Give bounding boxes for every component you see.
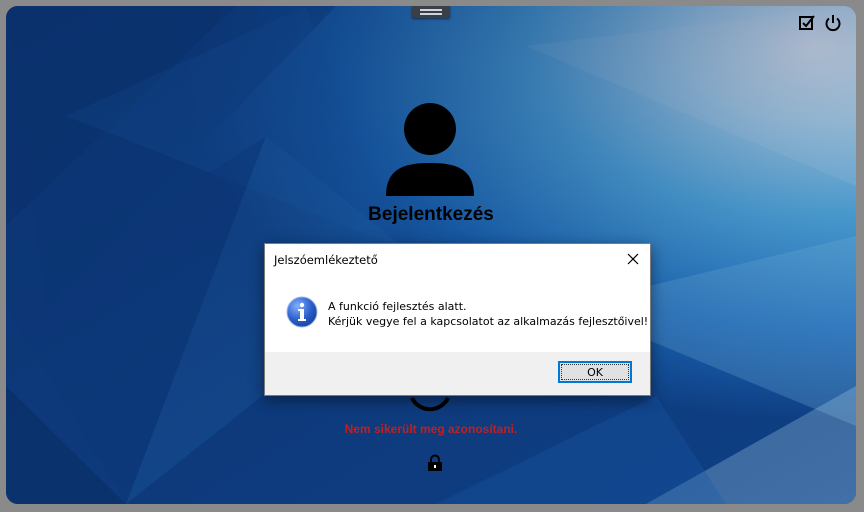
error-message: Nem sikerült meg azonosítani. — [344, 422, 518, 436]
user-avatar-icon — [386, 103, 474, 196]
dialog-footer: OK — [265, 352, 650, 395]
top-right-actions — [798, 14, 842, 32]
message-line-1: A funkció fejlesztés alatt. — [328, 300, 467, 313]
ok-button[interactable]: OK — [558, 361, 632, 383]
password-reminder-dialog: Jelszóemlékeztető A funkció fejlesztés a… — [264, 243, 651, 396]
power-icon[interactable] — [824, 14, 842, 32]
page-title: Bejelentkezés — [368, 204, 494, 225]
close-icon — [627, 253, 639, 265]
close-button[interactable] — [616, 244, 650, 274]
drag-handle[interactable] — [412, 6, 450, 18]
checkbox-edit-icon[interactable] — [798, 14, 816, 32]
message-line-2: Kérjük vegye fel a kapcsolatot az alkalm… — [328, 315, 649, 328]
info-icon — [286, 296, 318, 328]
lock-icon[interactable] — [426, 454, 444, 472]
dialog-body: A funkció fejlesztés alatt. Kérjük vegye… — [265, 274, 650, 352]
dialog-title: Jelszóemlékeztető — [274, 253, 378, 267]
dialog-message: A funkció fejlesztés alatt. Kérjük vegye… — [328, 299, 648, 329]
